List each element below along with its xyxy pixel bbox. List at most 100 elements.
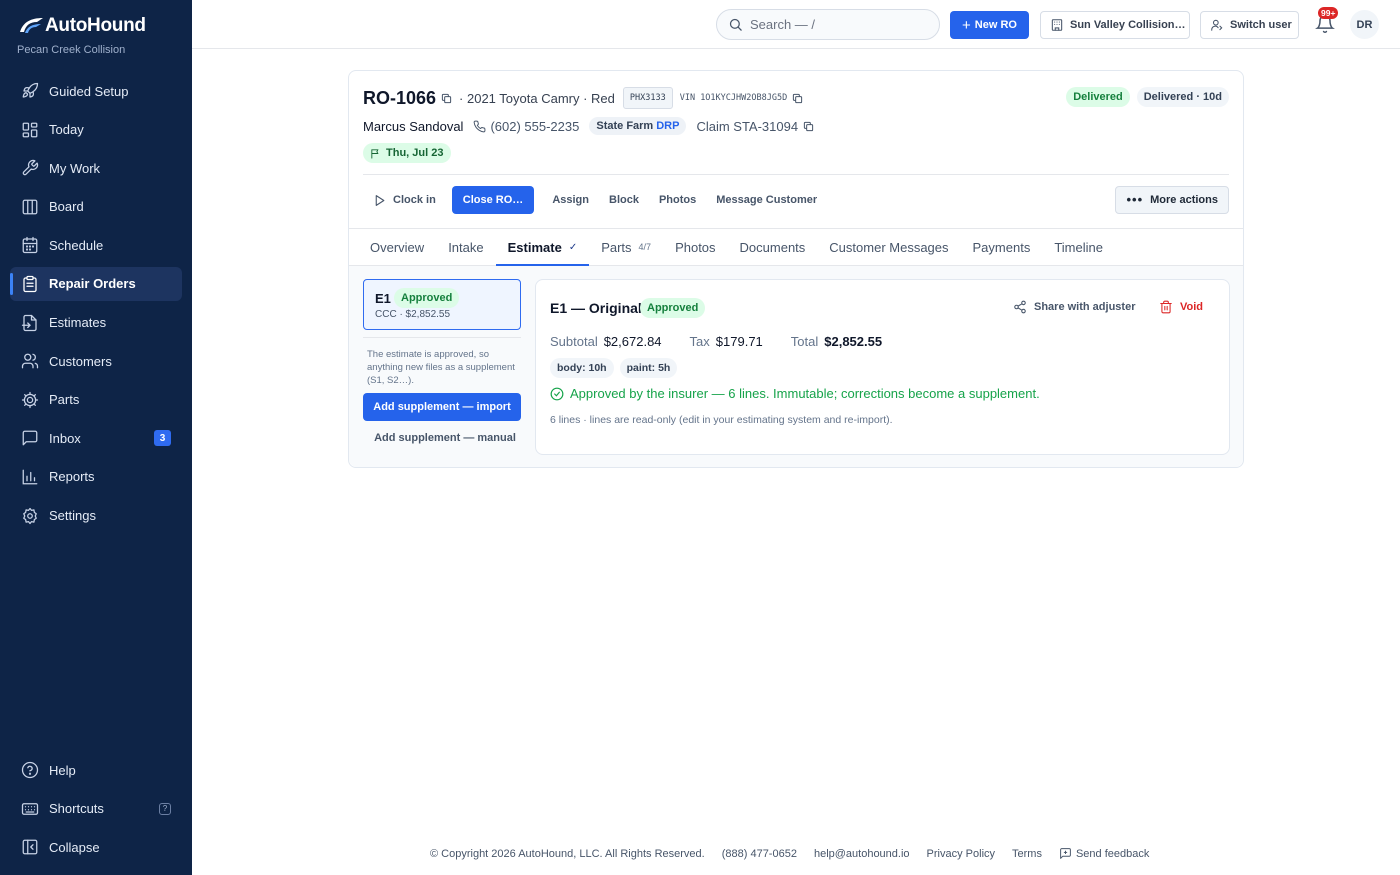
repair-order-card: RO-1066 · 2021 Toyota Camry · Red PHX313… bbox=[348, 70, 1244, 468]
shortcut-hint-badge: ? bbox=[159, 802, 171, 815]
block-button[interactable]: Block bbox=[599, 186, 649, 214]
avatar[interactable]: DR bbox=[1350, 10, 1379, 39]
more-actions-button[interactable]: ••• More actions bbox=[1115, 186, 1229, 214]
terms-link[interactable]: Terms bbox=[1012, 848, 1042, 860]
subtotal-label: Subtotal bbox=[550, 334, 598, 349]
sidebar-item-inbox[interactable]: Inbox 3 bbox=[10, 421, 182, 455]
sidebar-item-my-work[interactable]: My Work bbox=[10, 151, 182, 185]
sidebar-item-repair-orders[interactable]: Repair Orders bbox=[10, 266, 182, 301]
footer-email[interactable]: help@autohound.io bbox=[814, 848, 910, 860]
tab-timeline[interactable]: Timeline bbox=[1042, 229, 1115, 265]
ro-header: RO-1066 · 2021 Toyota Camry · Red PHX313… bbox=[363, 87, 803, 109]
check-circle-icon bbox=[550, 387, 564, 400]
sidebar-item-schedule[interactable]: Schedule bbox=[10, 228, 182, 262]
tab-estimate[interactable]: Estimate ✓ bbox=[495, 229, 590, 266]
brand[interactable]: AutoHound bbox=[17, 14, 146, 38]
sidebar-item-board[interactable]: Board bbox=[10, 190, 182, 224]
share-label: Share with adjuster bbox=[1034, 301, 1136, 313]
footer: © Copyright 2026 AutoHound, LLC. All Rig… bbox=[430, 847, 1166, 860]
search-input[interactable]: Search — / bbox=[716, 9, 940, 40]
share-with-adjuster-button[interactable]: Share with adjuster bbox=[1013, 300, 1135, 314]
clock-in-button[interactable]: Clock in bbox=[363, 186, 446, 214]
drp-tag: DRP bbox=[656, 120, 680, 132]
sidebar-item-estimates[interactable]: Estimates bbox=[10, 306, 182, 340]
footer-phone[interactable]: (888) 477-0652 bbox=[722, 848, 797, 860]
phone-text: (602) 555-2235 bbox=[490, 118, 580, 134]
sidebar-item-label: Guided Setup bbox=[49, 83, 129, 99]
tab-parts[interactable]: Parts 4/7 bbox=[589, 229, 663, 265]
more-actions-label: More actions bbox=[1150, 194, 1218, 206]
supplement-note: The estimate is approved, so anything ne… bbox=[367, 349, 515, 386]
sidebar-item-shortcuts[interactable]: Shortcuts ? bbox=[10, 792, 182, 826]
sidebar-item-label: Shortcuts bbox=[49, 801, 104, 817]
sidebar: AutoHound Pecan Creek Collision Guided S… bbox=[0, 0, 192, 875]
close-ro-button[interactable]: Close RO… bbox=[451, 186, 535, 214]
copy-icon[interactable] bbox=[792, 93, 803, 104]
board-icon bbox=[22, 199, 38, 215]
play-icon bbox=[375, 194, 385, 206]
vin: VIN 1O1KYCJHW2OB8JG5D bbox=[680, 93, 803, 104]
sidebar-item-today[interactable]: Today bbox=[10, 113, 182, 147]
estimate-list-item[interactable]: E1 Approved CCC · $2,852.55 bbox=[363, 279, 521, 330]
location-switcher-button[interactable]: Sun Valley Collision… bbox=[1040, 11, 1190, 39]
photos-button[interactable]: Photos bbox=[649, 186, 706, 214]
new-ro-button[interactable]: + New RO bbox=[950, 11, 1029, 39]
estimate-detail-panel: E1 — Original Approved Share with adjust… bbox=[535, 279, 1230, 455]
tab-photos[interactable]: Photos bbox=[663, 229, 727, 265]
sidebar-item-parts[interactable]: Parts bbox=[10, 383, 182, 417]
sidebar-item-collapse[interactable]: Collapse bbox=[10, 830, 182, 864]
check-icon: ✓ bbox=[568, 241, 578, 253]
settings-icon bbox=[23, 507, 37, 524]
tab-label: Estimate bbox=[507, 239, 562, 255]
trash-icon bbox=[1160, 300, 1172, 314]
message-customer-button[interactable]: Message Customer bbox=[706, 186, 827, 214]
users-icon bbox=[21, 353, 39, 369]
inbox-count-badge: 3 bbox=[154, 430, 171, 447]
collapse-icon bbox=[22, 839, 38, 855]
status-badge: Approved bbox=[640, 298, 706, 318]
estimate-content: E1 Approved CCC · $2,852.55 The estimate… bbox=[349, 266, 1243, 467]
add-supplement-manual-button[interactable]: Add supplement — manual bbox=[363, 432, 527, 444]
help-icon bbox=[21, 761, 39, 779]
tab-overview[interactable]: Overview bbox=[358, 229, 436, 265]
sidebar-item-help[interactable]: Help bbox=[10, 753, 182, 787]
sidebar-item-label: Estimates bbox=[49, 315, 107, 331]
copyright: © Copyright 2026 AutoHound, LLC. All Rig… bbox=[430, 847, 705, 860]
status-badge: Delivered bbox=[1066, 87, 1130, 107]
shop-name: Pecan Creek Collision bbox=[17, 44, 126, 56]
total-value: $2,852.55 bbox=[824, 334, 883, 349]
assign-button[interactable]: Assign bbox=[542, 186, 599, 214]
clipboard-icon bbox=[23, 275, 37, 293]
copy-icon[interactable] bbox=[803, 121, 814, 132]
send-feedback-link[interactable]: Send feedback bbox=[1059, 847, 1166, 860]
sidebar-item-reports[interactable]: Reports bbox=[10, 460, 182, 494]
tab-documents[interactable]: Documents bbox=[728, 229, 818, 265]
tab-payments[interactable]: Payments bbox=[961, 229, 1043, 265]
customer-name[interactable]: Marcus Sandoval bbox=[363, 119, 463, 134]
approval-message: Approved by the insurer — 6 lines. Immut… bbox=[550, 386, 1040, 401]
message-icon bbox=[22, 430, 38, 446]
tab-customer-messages[interactable]: Customer Messages bbox=[817, 229, 960, 265]
sidebar-item-customers[interactable]: Customers bbox=[10, 344, 182, 378]
switch-user-label: Switch user bbox=[1230, 19, 1292, 31]
vehicle-description: · 2021 Toyota Camry · Red bbox=[459, 90, 615, 106]
divider bbox=[363, 337, 521, 338]
feedback-icon bbox=[1060, 848, 1071, 859]
autohound-logo-icon bbox=[20, 18, 43, 33]
copy-icon[interactable] bbox=[441, 93, 452, 104]
add-supplement-import-button[interactable]: Add supplement — import bbox=[363, 393, 521, 421]
total-label: Total bbox=[790, 334, 819, 349]
void-button[interactable]: Void bbox=[1159, 300, 1203, 314]
estimate-totals: Subtotal $2,672.84 Tax $179.71 Total $2,… bbox=[550, 334, 910, 349]
sidebar-item-settings[interactable]: Settings bbox=[10, 499, 182, 533]
sidebar-item-label: Help bbox=[49, 762, 76, 778]
switch-user-button[interactable]: Switch user bbox=[1200, 11, 1299, 39]
sidebar-item-label: My Work bbox=[49, 160, 101, 176]
privacy-link[interactable]: Privacy Policy bbox=[927, 848, 995, 860]
sidebar-item-guided-setup[interactable]: Guided Setup bbox=[10, 74, 182, 108]
customer-phone[interactable]: (602) 555-2235 bbox=[473, 119, 579, 134]
approval-text: Approved by the insurer — 6 lines. Immut… bbox=[570, 386, 1040, 401]
tax-label: Tax bbox=[689, 334, 710, 349]
tab-intake[interactable]: Intake bbox=[436, 229, 495, 265]
file-import-icon bbox=[21, 314, 37, 331]
